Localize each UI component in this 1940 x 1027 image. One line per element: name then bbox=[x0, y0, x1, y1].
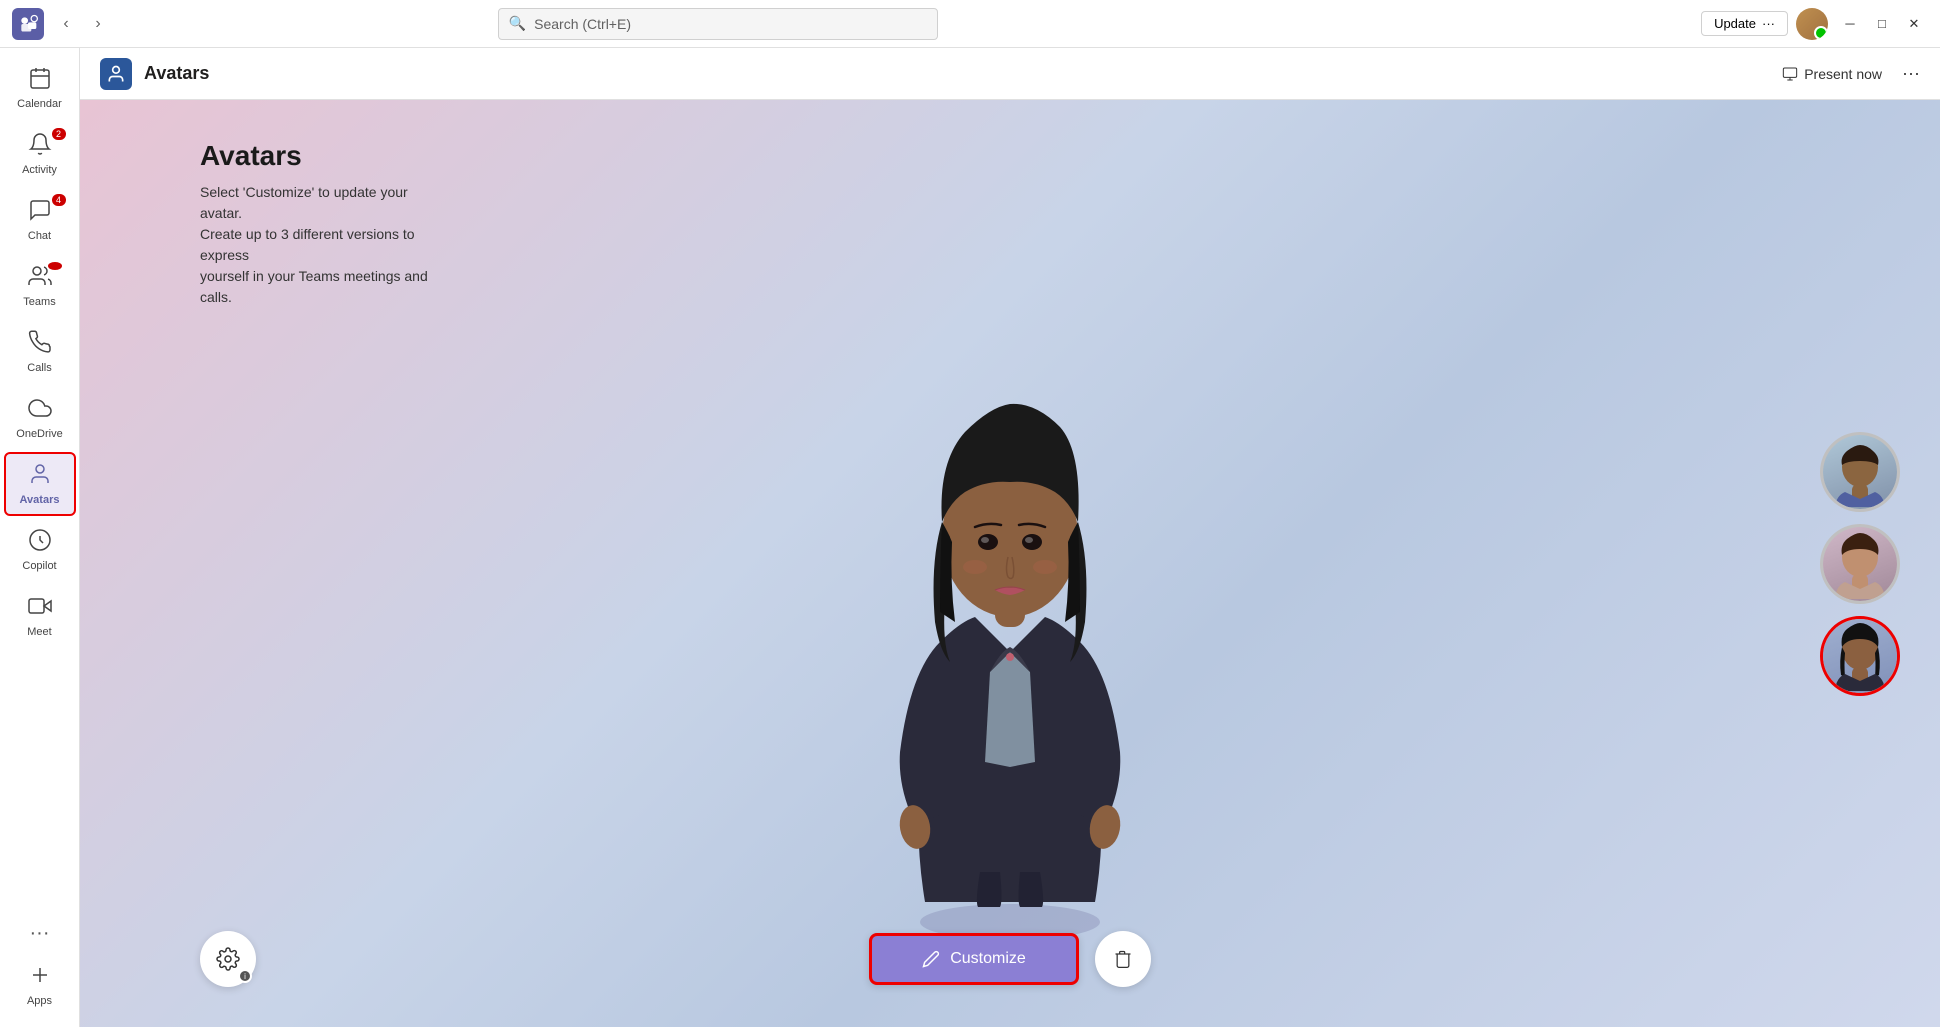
avatar-3d-figure bbox=[860, 362, 1160, 947]
avatar-bottom-controls: i Customize bbox=[80, 931, 1940, 987]
delete-button[interactable] bbox=[1095, 931, 1151, 987]
avatar-description: Select 'Customize' to update your avatar… bbox=[200, 182, 440, 308]
main-layout: Calendar 2 Activity 4 Chat bbox=[0, 48, 1940, 1027]
content-area: Avatars Present now ··· Avatars bbox=[80, 48, 1940, 1027]
avatar-thumbnails bbox=[1820, 432, 1900, 696]
minimize-button[interactable]: ─ bbox=[1836, 10, 1864, 38]
calls-icon bbox=[28, 330, 52, 360]
forward-button[interactable]: › bbox=[84, 10, 112, 38]
sidebar: Calendar 2 Activity 4 Chat bbox=[0, 48, 80, 1027]
settings-icon bbox=[216, 947, 240, 971]
teams-label: Teams bbox=[23, 296, 55, 308]
sidebar-item-meet[interactable]: Meet bbox=[4, 584, 76, 648]
customize-button[interactable]: Customize bbox=[869, 933, 1079, 985]
sidebar-item-activity[interactable]: 2 Activity bbox=[4, 122, 76, 186]
chat-icon bbox=[28, 198, 52, 228]
apps-icon bbox=[28, 963, 52, 993]
meet-icon bbox=[28, 594, 52, 624]
search-placeholder: Search (Ctrl+E) bbox=[534, 16, 631, 32]
search-icon: 🔍 bbox=[509, 15, 526, 32]
calendar-icon bbox=[28, 66, 52, 96]
copilot-icon bbox=[28, 528, 52, 558]
present-now-label: Present now bbox=[1804, 66, 1882, 82]
title-bar: ‹ › 🔍 Search (Ctrl+E) Update ··· ─ □ ✕ bbox=[0, 0, 1940, 48]
avatar-main-content: Avatars Select 'Customize' to update you… bbox=[80, 100, 1940, 1027]
app-header-more-button[interactable]: ··· bbox=[1902, 63, 1920, 84]
close-button[interactable]: ✕ bbox=[1900, 10, 1928, 38]
activity-badge: 2 bbox=[52, 128, 66, 140]
title-bar-right: Update ··· ─ □ ✕ bbox=[1701, 8, 1928, 40]
search-bar[interactable]: 🔍 Search (Ctrl+E) bbox=[498, 8, 938, 40]
app-header-icon bbox=[100, 58, 132, 90]
sidebar-item-onedrive[interactable]: OneDrive bbox=[4, 386, 76, 450]
pencil-icon bbox=[922, 950, 940, 968]
user-avatar-button[interactable] bbox=[1796, 8, 1828, 40]
update-button[interactable]: Update ··· bbox=[1701, 11, 1788, 36]
avatar-thumb-2[interactable] bbox=[1820, 524, 1900, 604]
copilot-label: Copilot bbox=[22, 560, 56, 572]
calendar-label: Calendar bbox=[17, 98, 62, 110]
teams-icon bbox=[28, 264, 52, 294]
avatars-icon bbox=[28, 462, 52, 492]
avatar-text-overlay: Avatars Select 'Customize' to update you… bbox=[200, 140, 440, 308]
teams-logo bbox=[12, 8, 44, 40]
window-controls: ─ □ ✕ bbox=[1836, 10, 1928, 38]
onedrive-icon bbox=[28, 396, 52, 426]
back-button[interactable]: ‹ bbox=[52, 10, 80, 38]
nav-arrows: ‹ › bbox=[52, 10, 112, 38]
apps-label: Apps bbox=[27, 995, 52, 1007]
delete-icon bbox=[1113, 949, 1133, 969]
update-label: Update bbox=[1714, 16, 1756, 31]
chat-label: Chat bbox=[28, 230, 51, 242]
update-more: ··· bbox=[1762, 16, 1775, 31]
sidebar-item-copilot[interactable]: Copilot bbox=[4, 518, 76, 582]
calls-label: Calls bbox=[27, 362, 51, 374]
avatar-thumb-1[interactable] bbox=[1820, 432, 1900, 512]
activity-icon bbox=[28, 132, 52, 162]
avatars-label: Avatars bbox=[20, 494, 60, 506]
avatar-page-title: Avatars bbox=[200, 140, 440, 172]
onedrive-label: OneDrive bbox=[16, 428, 62, 440]
sidebar-item-avatars[interactable]: Avatars bbox=[4, 452, 76, 516]
app-title: Avatars bbox=[144, 63, 209, 84]
meet-label: Meet bbox=[27, 626, 51, 638]
sidebar-item-calendar[interactable]: Calendar bbox=[4, 56, 76, 120]
title-bar-left: ‹ › bbox=[12, 8, 112, 40]
present-now-button[interactable]: Present now bbox=[1770, 60, 1894, 88]
app-header-right: Present now ··· bbox=[1770, 60, 1920, 88]
activity-label: Activity bbox=[22, 164, 57, 176]
avatar-thumb-3[interactable] bbox=[1820, 616, 1900, 696]
present-icon bbox=[1782, 66, 1798, 82]
sidebar-item-apps[interactable]: Apps bbox=[4, 953, 76, 1017]
maximize-button[interactable]: □ bbox=[1868, 10, 1896, 38]
chat-badge: 4 bbox=[52, 194, 66, 206]
sidebar-item-teams[interactable]: Teams bbox=[4, 254, 76, 318]
app-header: Avatars Present now ··· bbox=[80, 48, 1940, 100]
more-button[interactable]: ··· bbox=[22, 914, 58, 953]
sidebar-item-chat[interactable]: 4 Chat bbox=[4, 188, 76, 252]
settings-button[interactable]: i bbox=[200, 931, 256, 987]
settings-badge: i bbox=[238, 969, 252, 983]
sidebar-item-calls[interactable]: Calls bbox=[4, 320, 76, 384]
customize-label: Customize bbox=[950, 950, 1026, 968]
